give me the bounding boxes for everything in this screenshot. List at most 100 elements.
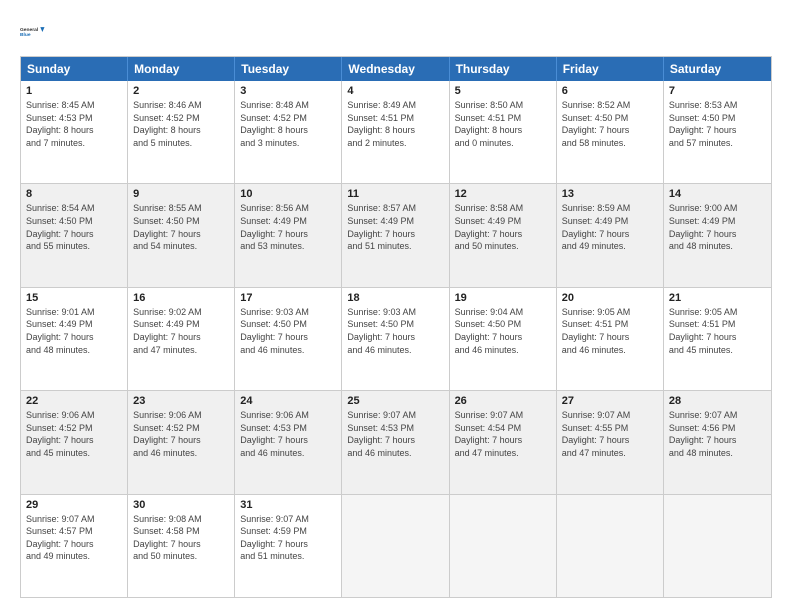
calendar-cell: 21 Sunrise: 9:05 AM Sunset: 4:51 PM Dayli… [664,288,771,390]
calendar-cell [557,495,664,597]
day-info: Sunrise: 8:53 AM Sunset: 4:50 PM Dayligh… [669,99,766,149]
page: GeneralBlue SundayMondayTuesdayWednesday… [0,0,792,612]
day-number: 6 [562,85,658,97]
day-number: 29 [26,499,122,511]
calendar-cell: 25 Sunrise: 9:07 AM Sunset: 4:53 PM Dayli… [342,391,449,493]
calendar-header-day: Saturday [664,57,771,81]
day-number: 25 [347,395,443,407]
day-number: 21 [669,292,766,304]
calendar-header-day: Sunday [21,57,128,81]
calendar-header-day: Friday [557,57,664,81]
calendar-row: 29 Sunrise: 9:07 AM Sunset: 4:57 PM Dayli… [21,494,771,597]
calendar-cell: 8Sunrise: 8:54 AM Sunset: 4:50 PM Daylig… [21,184,128,286]
calendar-cell: 3 Sunrise: 8:48 AM Sunset: 4:52 PM Daylig… [235,81,342,183]
day-number: 26 [455,395,551,407]
day-info: Sunrise: 8:50 AM Sunset: 4:51 PM Dayligh… [455,99,551,149]
day-info: Sunrise: 9:07 AM Sunset: 4:59 PM Dayligh… [240,513,336,563]
header: GeneralBlue [20,18,772,46]
day-number: 27 [562,395,658,407]
calendar-cell: 19 Sunrise: 9:04 AM Sunset: 4:50 PM Dayli… [450,288,557,390]
day-number: 15 [26,292,122,304]
day-info: Sunrise: 8:45 AM Sunset: 4:53 PM Dayligh… [26,99,122,149]
day-number: 24 [240,395,336,407]
calendar-body: 1 Sunrise: 8:45 AM Sunset: 4:53 PM Daylig… [21,81,771,597]
calendar-cell: 26 Sunrise: 9:07 AM Sunset: 4:54 PM Dayli… [450,391,557,493]
calendar-row: 22 Sunrise: 9:06 AM Sunset: 4:52 PM Dayli… [21,390,771,493]
day-info: Sunrise: 8:58 AM Sunset: 4:49 PM Dayligh… [455,202,551,252]
day-info: Sunrise: 9:07 AM Sunset: 4:53 PM Dayligh… [347,409,443,459]
calendar-cell: 16 Sunrise: 9:02 AM Sunset: 4:49 PM Dayli… [128,288,235,390]
calendar-cell: 23Sunrise: 9:06 AM Sunset: 4:52 PM Dayli… [128,391,235,493]
day-number: 8 [26,188,122,200]
calendar-cell: 10Sunrise: 8:56 AM Sunset: 4:49 PM Dayli… [235,184,342,286]
day-info: Sunrise: 9:07 AM Sunset: 4:57 PM Dayligh… [26,513,122,563]
day-info: Sunrise: 9:03 AM Sunset: 4:50 PM Dayligh… [347,306,443,356]
day-info: Sunrise: 9:08 AM Sunset: 4:58 PM Dayligh… [133,513,229,563]
day-number: 22 [26,395,122,407]
calendar-row: 15 Sunrise: 9:01 AM Sunset: 4:49 PM Dayli… [21,287,771,390]
day-info: Sunrise: 9:05 AM Sunset: 4:51 PM Dayligh… [562,306,658,356]
day-number: 16 [133,292,229,304]
day-number: 18 [347,292,443,304]
calendar-cell: 9Sunrise: 8:55 AM Sunset: 4:50 PM Daylig… [128,184,235,286]
svg-text:Blue: Blue [20,32,31,38]
calendar-cell: 11 Sunrise: 8:57 AM Sunset: 4:49 PM Dayli… [342,184,449,286]
day-info: Sunrise: 9:04 AM Sunset: 4:50 PM Dayligh… [455,306,551,356]
calendar-cell: 5 Sunrise: 8:50 AM Sunset: 4:51 PM Daylig… [450,81,557,183]
day-number: 3 [240,85,336,97]
day-number: 30 [133,499,229,511]
calendar-cell: 18 Sunrise: 9:03 AM Sunset: 4:50 PM Dayli… [342,288,449,390]
calendar-cell: 20 Sunrise: 9:05 AM Sunset: 4:51 PM Dayli… [557,288,664,390]
calendar-cell: 7 Sunrise: 8:53 AM Sunset: 4:50 PM Daylig… [664,81,771,183]
calendar-cell: 29 Sunrise: 9:07 AM Sunset: 4:57 PM Dayli… [21,495,128,597]
calendar-cell: 1 Sunrise: 8:45 AM Sunset: 4:53 PM Daylig… [21,81,128,183]
day-number: 28 [669,395,766,407]
day-info: Sunrise: 9:02 AM Sunset: 4:49 PM Dayligh… [133,306,229,356]
svg-text:General: General [20,27,39,33]
calendar-cell: 12 Sunrise: 8:58 AM Sunset: 4:49 PM Dayli… [450,184,557,286]
day-number: 20 [562,292,658,304]
day-info: Sunrise: 9:06 AM Sunset: 4:53 PM Dayligh… [240,409,336,459]
day-number: 7 [669,85,766,97]
calendar-cell: 22 Sunrise: 9:06 AM Sunset: 4:52 PM Dayli… [21,391,128,493]
day-info: Sunrise: 9:05 AM Sunset: 4:51 PM Dayligh… [669,306,766,356]
day-number: 13 [562,188,658,200]
calendar-row: 8Sunrise: 8:54 AM Sunset: 4:50 PM Daylig… [21,183,771,286]
day-info: Sunrise: 9:07 AM Sunset: 4:56 PM Dayligh… [669,409,766,459]
day-number: 11 [347,188,443,200]
calendar-cell: 30 Sunrise: 9:08 AM Sunset: 4:58 PM Dayli… [128,495,235,597]
calendar-cell: 4Sunrise: 8:49 AM Sunset: 4:51 PM Daylig… [342,81,449,183]
day-info: Sunrise: 9:01 AM Sunset: 4:49 PM Dayligh… [26,306,122,356]
day-number: 5 [455,85,551,97]
day-number: 14 [669,188,766,200]
calendar-cell: 17Sunrise: 9:03 AM Sunset: 4:50 PM Dayli… [235,288,342,390]
day-number: 19 [455,292,551,304]
logo-icon: GeneralBlue [20,18,48,46]
day-info: Sunrise: 9:06 AM Sunset: 4:52 PM Dayligh… [26,409,122,459]
calendar-cell [342,495,449,597]
calendar-row: 1 Sunrise: 8:45 AM Sunset: 4:53 PM Daylig… [21,81,771,183]
calendar-cell: 14Sunrise: 9:00 AM Sunset: 4:49 PM Dayli… [664,184,771,286]
day-number: 1 [26,85,122,97]
calendar-cell: 2 Sunrise: 8:46 AM Sunset: 4:52 PM Daylig… [128,81,235,183]
logo: GeneralBlue [20,18,48,46]
day-info: Sunrise: 9:07 AM Sunset: 4:55 PM Dayligh… [562,409,658,459]
calendar-cell [664,495,771,597]
day-number: 2 [133,85,229,97]
calendar-header: SundayMondayTuesdayWednesdayThursdayFrid… [21,57,771,81]
calendar-cell: 13 Sunrise: 8:59 AM Sunset: 4:49 PM Dayli… [557,184,664,286]
day-info: Sunrise: 8:55 AM Sunset: 4:50 PM Dayligh… [133,202,229,252]
day-info: Sunrise: 8:48 AM Sunset: 4:52 PM Dayligh… [240,99,336,149]
day-info: Sunrise: 8:59 AM Sunset: 4:49 PM Dayligh… [562,202,658,252]
day-info: Sunrise: 9:07 AM Sunset: 4:54 PM Dayligh… [455,409,551,459]
day-info: Sunrise: 8:46 AM Sunset: 4:52 PM Dayligh… [133,99,229,149]
calendar-cell: 31 Sunrise: 9:07 AM Sunset: 4:59 PM Dayli… [235,495,342,597]
day-number: 4 [347,85,443,97]
calendar-cell: 6Sunrise: 8:52 AM Sunset: 4:50 PM Daylig… [557,81,664,183]
day-number: 12 [455,188,551,200]
calendar-header-day: Monday [128,57,235,81]
day-info: Sunrise: 9:03 AM Sunset: 4:50 PM Dayligh… [240,306,336,356]
day-number: 31 [240,499,336,511]
day-info: Sunrise: 8:57 AM Sunset: 4:49 PM Dayligh… [347,202,443,252]
calendar-cell [450,495,557,597]
